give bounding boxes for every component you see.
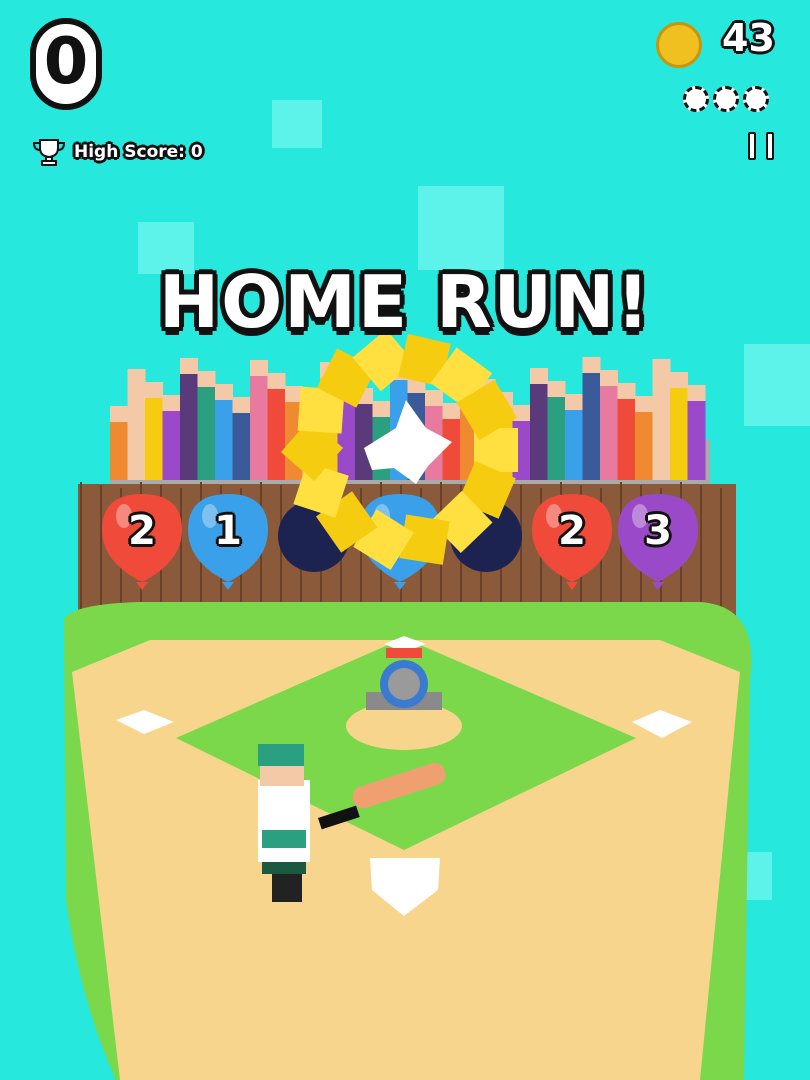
bg-square (744, 344, 810, 426)
home-run-banner: HOME RUN! (158, 260, 652, 344)
spectator (565, 408, 583, 480)
balls-remaining (683, 86, 769, 112)
spectator-head (425, 390, 443, 406)
spectator (162, 409, 181, 480)
fence-plank (520, 485, 522, 617)
spectator (232, 411, 251, 480)
high-score-label: High Score: 0 (74, 142, 203, 162)
high-score: High Score: 0 (32, 138, 203, 166)
spectator-head (145, 382, 163, 398)
score-display: 0 (30, 18, 102, 110)
spectator-head (652, 359, 671, 375)
fence-plank (720, 488, 722, 620)
balloon-number: 2 (558, 508, 586, 554)
spectator-head (127, 369, 146, 385)
spectator-head (582, 357, 601, 373)
spectator (687, 399, 706, 480)
bg-square (418, 186, 504, 270)
coin-count: 43 (722, 16, 775, 60)
balloon-number: 2 (128, 508, 156, 554)
spectator (670, 386, 688, 480)
balloon-number: 1 (214, 508, 242, 554)
spectator (582, 371, 601, 480)
spectator-head (687, 385, 706, 401)
spectator (652, 373, 671, 480)
spectator-head (180, 358, 198, 374)
spectator-head (267, 373, 286, 389)
fence-plank (700, 485, 702, 617)
spectator-head (600, 370, 618, 386)
spectator (110, 420, 128, 480)
ball-icon (713, 86, 739, 112)
spectator-head (442, 403, 461, 419)
ball-icon (743, 86, 769, 112)
bg-square (272, 100, 322, 148)
spectator (267, 387, 286, 480)
spectator-head (670, 372, 688, 388)
spectator-head (110, 406, 128, 422)
spectator (600, 384, 618, 480)
fence-plank (80, 482, 82, 614)
pause-icon (766, 132, 774, 160)
spectator (617, 397, 636, 480)
pause-icon (748, 132, 756, 160)
spectator-head (197, 371, 216, 387)
spectator (127, 383, 146, 480)
spectator (145, 396, 163, 480)
spectator (635, 410, 653, 480)
spectator-head (547, 381, 566, 397)
spectator (180, 372, 198, 480)
trophy-icon (32, 139, 66, 166)
spectator-head (232, 397, 251, 413)
balloon-number: 3 (644, 508, 672, 554)
spectator-head (215, 384, 233, 400)
spectator (197, 385, 216, 480)
coin-icon (656, 22, 702, 68)
spectator-head (162, 395, 181, 411)
spectator (547, 395, 566, 480)
spectator (250, 374, 268, 480)
fence-plank (100, 485, 102, 617)
spectator-head (250, 360, 268, 376)
spectator-head (635, 396, 653, 412)
spectator-head (565, 394, 583, 410)
spectator-head (372, 401, 391, 417)
spectator-head (530, 368, 548, 384)
spectator (530, 382, 548, 480)
ball-icon (683, 86, 709, 112)
spectator-head (617, 383, 636, 399)
spectator (215, 398, 233, 480)
spectator (355, 402, 373, 480)
pause-button[interactable] (748, 132, 776, 160)
fence-plank (180, 488, 182, 620)
